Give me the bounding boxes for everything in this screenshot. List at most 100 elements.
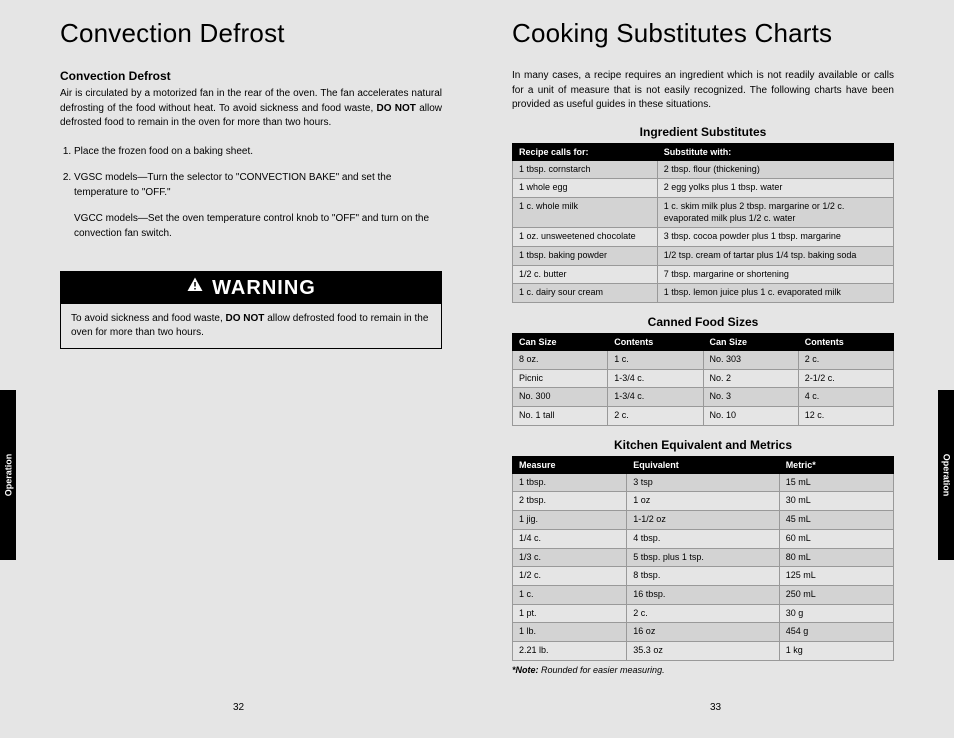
table-cell: 1/2 c. xyxy=(513,567,627,586)
table-cell: 1 c. xyxy=(513,585,627,604)
table-header-row: Measure Equivalent Metric* xyxy=(513,456,894,473)
page-number: 32 xyxy=(0,702,477,713)
text: To avoid sickness and food waste, xyxy=(71,313,226,324)
intro-paragraph: Air is circulated by a motorized fan in … xyxy=(60,87,442,131)
canned-food-sizes-table: Can Size Contents Can Size Contents 8 oz… xyxy=(512,333,894,426)
page-spread: Operation Operation Convection Defrost C… xyxy=(0,0,954,738)
table-cell: 8 tbsp. xyxy=(627,567,779,586)
page-number: 33 xyxy=(477,702,954,713)
table-cell: 1/4 c. xyxy=(513,529,627,548)
table-cell: 4 tbsp. xyxy=(627,529,779,548)
table-cell: 1 tbsp. baking powder xyxy=(513,246,658,265)
table-cell: No. 303 xyxy=(703,351,798,370)
table-cell: 1 oz. unsweetened chocolate xyxy=(513,228,658,247)
table-row: 1 pt.2 c.30 g xyxy=(513,604,894,623)
page-title: Convection Defrost xyxy=(60,18,442,49)
table-cell: 1 c. xyxy=(608,351,703,370)
note-text: Rounded for easier measuring. xyxy=(539,665,665,675)
steps-list: Place the frozen food on a baking sheet.… xyxy=(60,145,442,242)
col-header: Metric* xyxy=(779,456,893,473)
col-header: Contents xyxy=(798,334,893,351)
table-row: 1 jig.1-1/2 oz45 mL xyxy=(513,511,894,530)
text: VGSC models—Turn the selector to "CONVEC… xyxy=(74,172,391,198)
table-row: 1 c.16 tbsp.250 mL xyxy=(513,585,894,604)
table-cell: 1/3 c. xyxy=(513,548,627,567)
table-cell: 3 tsp xyxy=(627,473,779,492)
table-cell: 1 tbsp. xyxy=(513,473,627,492)
table-cell: No. 10 xyxy=(703,407,798,426)
table-cell: 45 mL xyxy=(779,511,893,530)
col-header: Equivalent xyxy=(627,456,779,473)
table-row: 1/4 c.4 tbsp.60 mL xyxy=(513,529,894,548)
table-cell: Picnic xyxy=(513,369,608,388)
warning-icon xyxy=(186,276,204,300)
table-cell: 1 kg xyxy=(779,641,893,660)
chart-title: Canned Food Sizes xyxy=(512,315,894,329)
table-cell: 4 c. xyxy=(798,388,893,407)
table-cell: 250 mL xyxy=(779,585,893,604)
table-row: 1 tbsp.3 tsp15 mL xyxy=(513,473,894,492)
table-row: 1 c. whole milk1 c. skim milk plus 2 tbs… xyxy=(513,197,894,227)
col-header: Measure xyxy=(513,456,627,473)
emphasis: DO NOT xyxy=(377,103,416,114)
table-row: 1/2 c.8 tbsp.125 mL xyxy=(513,567,894,586)
table-cell: 1/2 c. butter xyxy=(513,265,658,284)
chart-title: Ingredient Substitutes xyxy=(512,125,894,139)
table-cell: 2 tbsp. flour (thickening) xyxy=(657,160,893,179)
table-cell: 12 c. xyxy=(798,407,893,426)
table-cell: 2 c. xyxy=(608,407,703,426)
table-cell: 125 mL xyxy=(779,567,893,586)
table-cell: 1 whole egg xyxy=(513,179,658,198)
section-heading: Convection Defrost xyxy=(60,69,442,83)
table-cell: No. 3 xyxy=(703,388,798,407)
table-cell: No. 300 xyxy=(513,388,608,407)
table-row: 8 oz.1 c.No. 3032 c. xyxy=(513,351,894,370)
table-row: 1/3 c.5 tbsp. plus 1 tsp.80 mL xyxy=(513,548,894,567)
step-item: Place the frozen food on a baking sheet. xyxy=(74,145,442,160)
table-cell: 1 lb. xyxy=(513,623,627,642)
table-row: 2.21 lb.35.3 oz1 kg xyxy=(513,641,894,660)
table-cell: 2.21 lb. xyxy=(513,641,627,660)
table-cell: 1 c. dairy sour cream xyxy=(513,284,658,303)
table-header-row: Can Size Contents Can Size Contents xyxy=(513,334,894,351)
ingredient-substitutes-table: Recipe calls for: Substitute with: 1 tbs… xyxy=(512,143,894,304)
intro-paragraph: In many cases, a recipe requires an ingr… xyxy=(512,69,894,113)
page-title: Cooking Substitutes Charts xyxy=(512,18,894,49)
table-row: No. 3001-3/4 c.No. 34 c. xyxy=(513,388,894,407)
warning-header: WARNING xyxy=(61,272,441,304)
emphasis: DO NOT xyxy=(226,313,265,324)
step-item: VGSC models—Turn the selector to "CONVEC… xyxy=(74,171,442,241)
table-cell: 30 g xyxy=(779,604,893,623)
table-cell: 8 oz. xyxy=(513,351,608,370)
table-row: No. 1 tall2 c.No. 1012 c. xyxy=(513,407,894,426)
table-cell: 1/2 tsp. cream of tartar plus 1/4 tsp. b… xyxy=(657,246,893,265)
col-header: Contents xyxy=(608,334,703,351)
table-cell: 2 c. xyxy=(798,351,893,370)
table-row: 1 whole egg2 egg yolks plus 1 tbsp. wate… xyxy=(513,179,894,198)
col-header: Can Size xyxy=(703,334,798,351)
table-cell: 60 mL xyxy=(779,529,893,548)
table-row: 1 c. dairy sour cream1 tbsp. lemon juice… xyxy=(513,284,894,303)
table-cell: 1 oz xyxy=(627,492,779,511)
table-header-row: Recipe calls for: Substitute with: xyxy=(513,143,894,160)
col-header: Can Size xyxy=(513,334,608,351)
footnote: *Note: Rounded for easier measuring. xyxy=(512,665,894,675)
table-cell: 80 mL xyxy=(779,548,893,567)
page-left: Convection Defrost Convection Defrost Ai… xyxy=(0,0,477,738)
text: VGCC models—Set the oven temperature con… xyxy=(74,212,442,241)
table-cell: 16 oz xyxy=(627,623,779,642)
table-cell: 35.3 oz xyxy=(627,641,779,660)
table-row: 1/2 c. butter7 tbsp. margarine or shorte… xyxy=(513,265,894,284)
table-cell: 454 g xyxy=(779,623,893,642)
warning-body: To avoid sickness and food waste, DO NOT… xyxy=(61,304,441,348)
warning-box: WARNING To avoid sickness and food waste… xyxy=(60,271,442,349)
table-cell: 2 c. xyxy=(627,604,779,623)
table-cell: 1-1/2 oz xyxy=(627,511,779,530)
table-cell: 1 c. skim milk plus 2 tbsp. margarine or… xyxy=(657,197,893,227)
note-label: *Note: xyxy=(512,665,539,675)
table-cell: 1 tbsp. cornstarch xyxy=(513,160,658,179)
table-cell: 15 mL xyxy=(779,473,893,492)
warning-label: WARNING xyxy=(212,277,316,300)
table-row: 2 tbsp.1 oz30 mL xyxy=(513,492,894,511)
table-cell: 7 tbsp. margarine or shortening xyxy=(657,265,893,284)
